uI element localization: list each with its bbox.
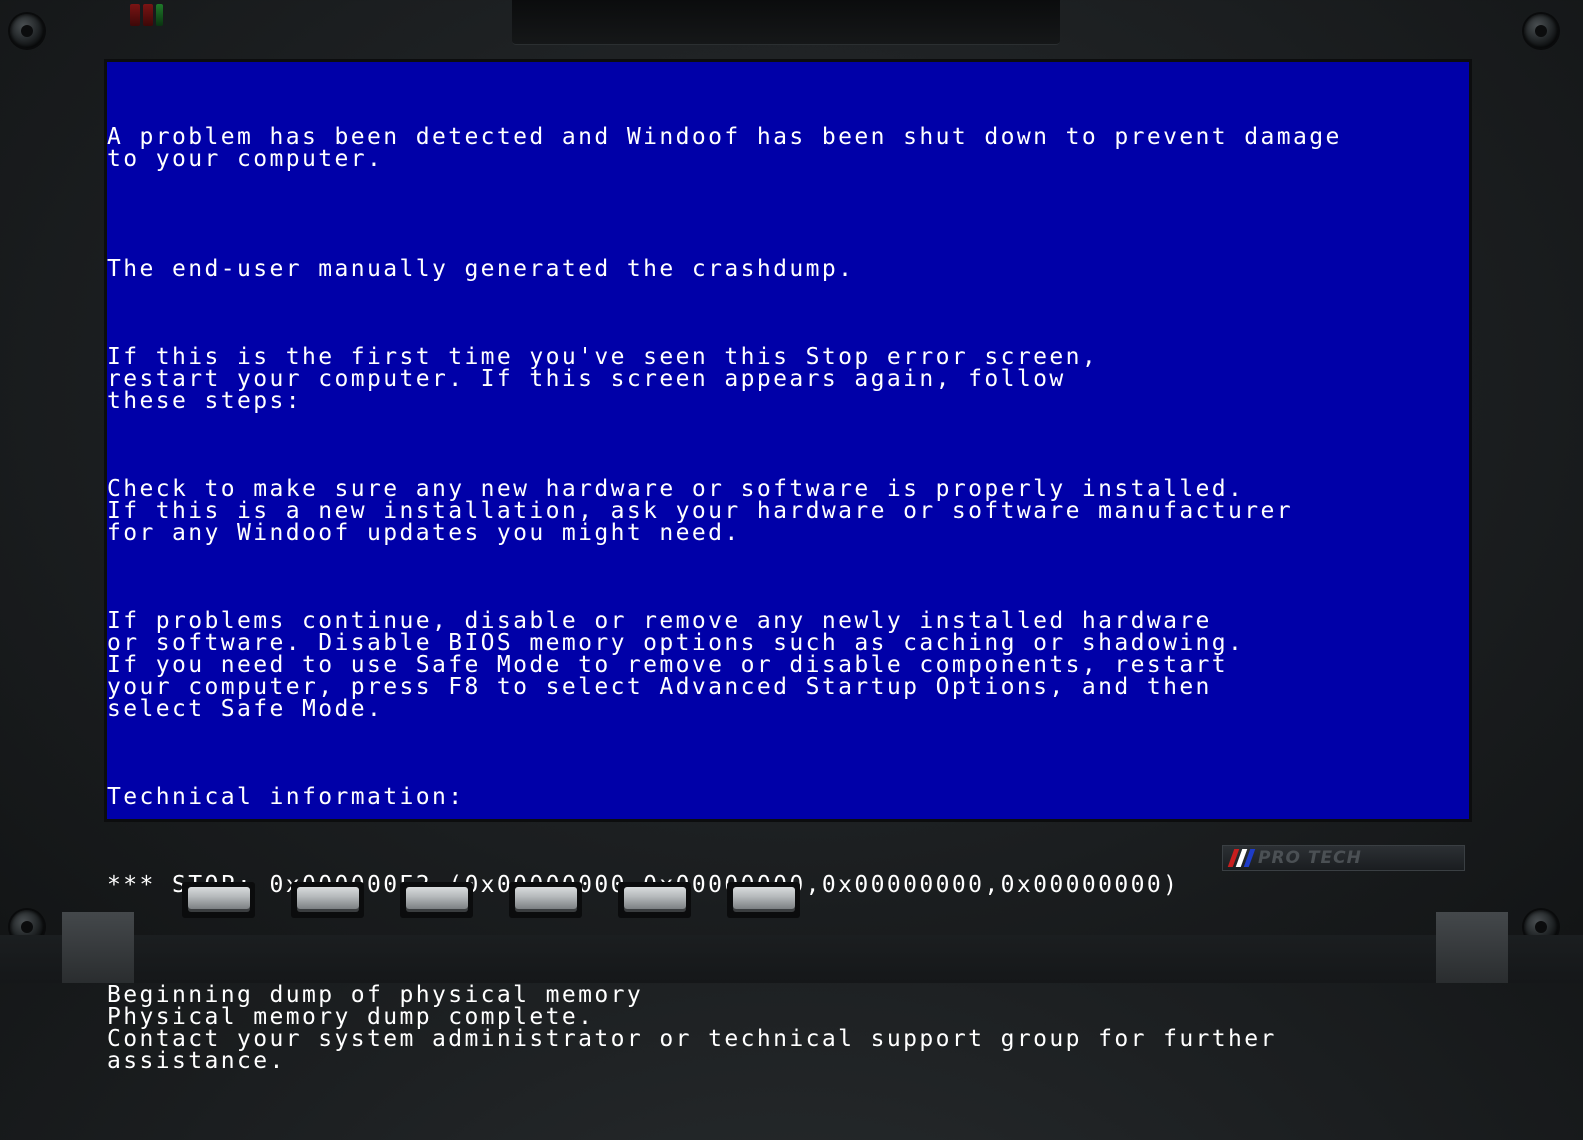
hardware-button-3[interactable]: [400, 882, 473, 918]
status-led-red-2: [143, 4, 153, 26]
status-leds: [130, 4, 163, 26]
monitor-foot-left: [62, 912, 134, 983]
brand-flag-icon: [1227, 849, 1256, 867]
monitor-hardware-buttons: [182, 882, 800, 918]
hardware-button-1[interactable]: [182, 882, 255, 918]
hardware-button-6[interactable]: [727, 882, 800, 918]
status-led-red-1: [130, 4, 140, 26]
bezel-screw-top-left: [10, 14, 44, 48]
bsod-paragraph-check-hardware: Check to make sure any new hardware or s…: [107, 476, 1294, 546]
monitor-top-slot: [512, 0, 1060, 45]
hardware-button-6-cap[interactable]: [733, 887, 795, 909]
brand-badge: PRO TECH: [1222, 845, 1465, 871]
status-led-green: [156, 4, 163, 26]
hardware-button-2[interactable]: [291, 882, 364, 918]
monitor-foot-right: [1436, 912, 1508, 983]
hardware-button-4[interactable]: [509, 882, 582, 918]
bsod-screen: A problem has been detected and Windoof …: [107, 62, 1469, 1073]
hardware-button-2-cap[interactable]: [297, 887, 359, 909]
hardware-button-4-cap[interactable]: [515, 887, 577, 909]
bsod-paragraph-problems-continue: If problems continue, disable or remove …: [107, 608, 1245, 722]
bsod-paragraph-first-time: If this is the first time you've seen th…: [107, 344, 1099, 414]
bsod-paragraph-memory-dump: Beginning dump of physical memory Physic…: [107, 982, 1277, 1074]
hardware-button-5[interactable]: [618, 882, 691, 918]
bsod-technical-info-heading: Technical information:: [107, 784, 465, 810]
brand-badge-text: PRO TECH: [1258, 848, 1362, 868]
bsod-paragraph-cause: The end-user manually generated the cras…: [107, 256, 855, 282]
hardware-button-3-cap[interactable]: [406, 887, 468, 909]
bsod-paragraph-intro: A problem has been detected and Windoof …: [107, 124, 1342, 172]
hardware-button-1-cap[interactable]: [188, 887, 250, 909]
bezel-screw-top-right: [1524, 14, 1558, 48]
desk-floor: [0, 935, 1583, 983]
hardware-button-5-cap[interactable]: [624, 887, 686, 909]
